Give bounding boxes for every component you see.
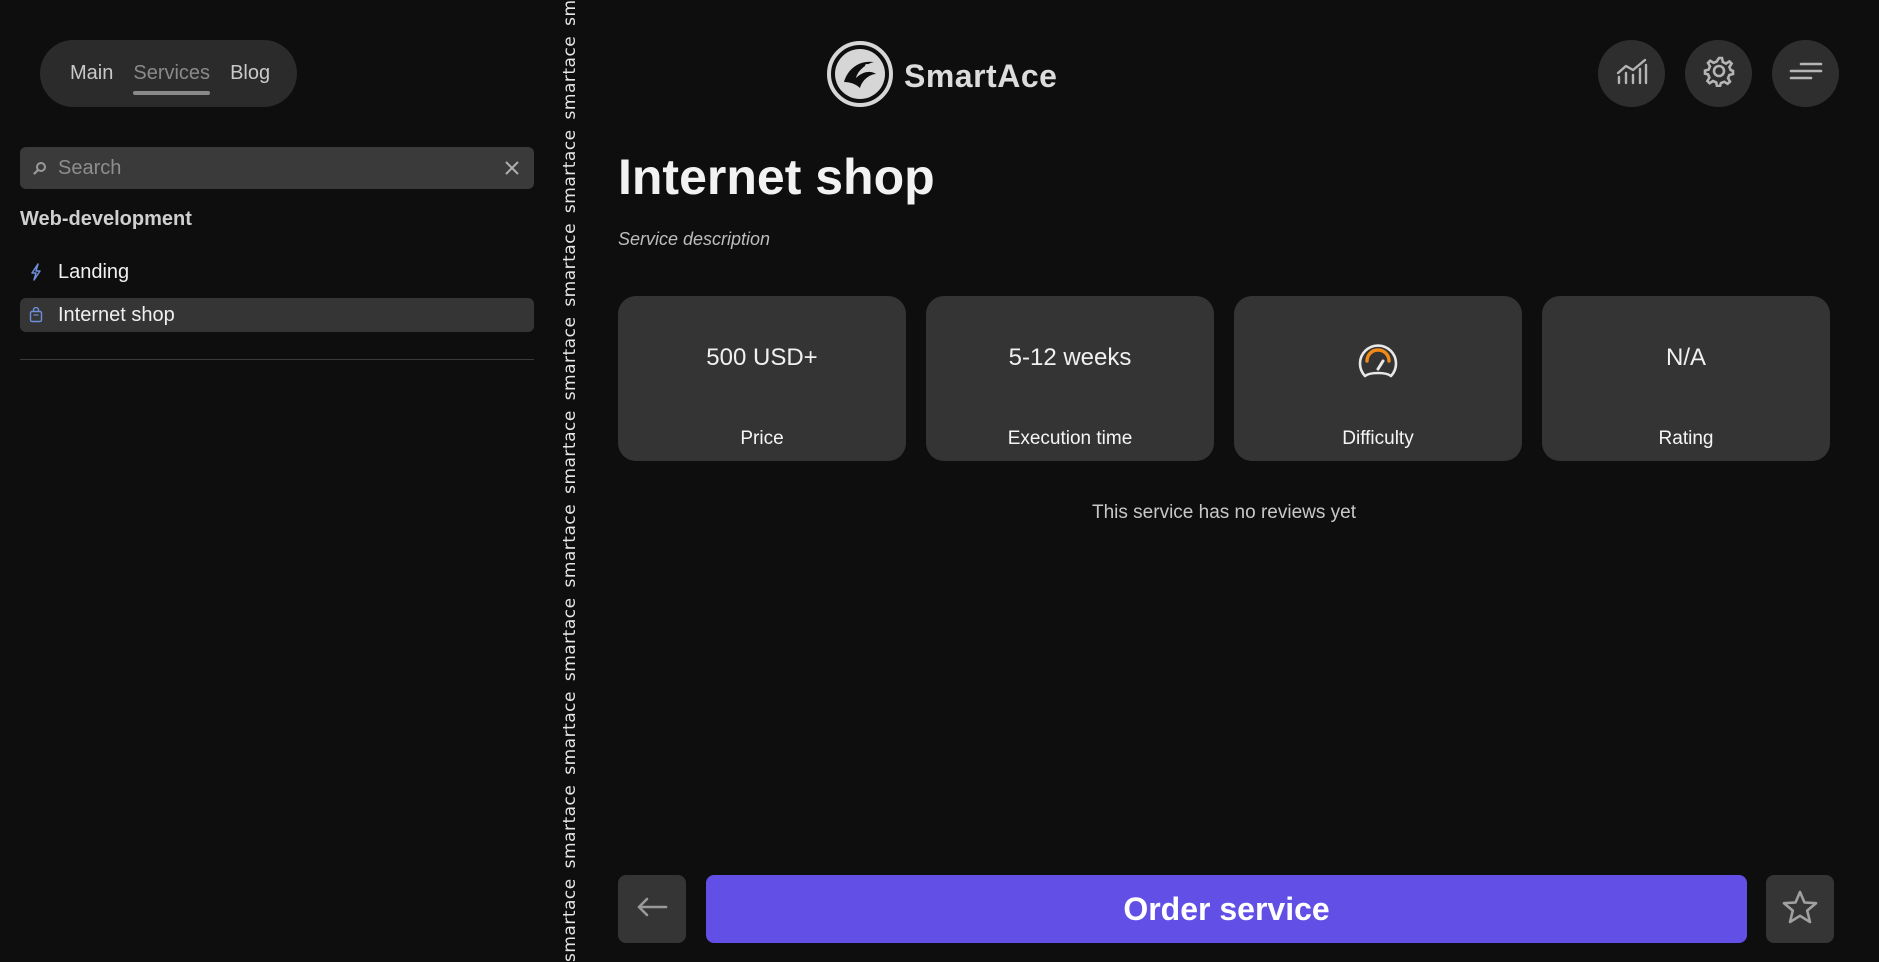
nav-services-link[interactable]: Services [133,62,210,95]
execution-time-card: 5-12 weeks Execution time [926,296,1214,461]
execution-time-label: Execution time [1007,428,1133,449]
order-service-button[interactable]: Order service [706,875,1747,943]
brand-logo[interactable]: SmartAce [826,40,1057,113]
brand-strip: smartace smartace smartace smartace smar… [552,0,588,962]
stats-chart-icon [1616,57,1648,90]
category-heading: Web-development [20,208,192,230]
lightning-icon [28,263,44,281]
difficulty-label: Difficulty [1342,428,1414,449]
page-title: Internet shop [618,149,935,205]
brand-strip-text: smartace smartace smartace smartace smar… [560,0,580,962]
gear-icon [1703,55,1735,92]
sidebar: Main Services Blog Web-development Landi… [0,0,552,962]
menu-button[interactable] [1772,40,1839,107]
arrow-left-icon [636,897,668,922]
reviews-empty-message: This service has no reviews yet [1092,502,1356,523]
price-label: Price [740,428,784,449]
stats-button[interactable] [1598,40,1665,107]
sidebar-divider [20,359,534,360]
menu-icon [1789,61,1823,86]
sidebar-item-landing[interactable]: Landing [20,255,534,289]
favorite-button[interactable] [1766,875,1834,943]
rating-card: N/A Rating [1542,296,1830,461]
sidebar-item-label: Internet shop [58,303,175,326]
sidebar-item-label: Landing [58,260,130,283]
clear-search-icon[interactable] [502,158,522,178]
back-button[interactable] [618,875,686,943]
shopping-bag-icon [28,306,44,324]
search-input[interactable] [48,156,502,180]
price-card: 500 USD+ Price [618,296,906,461]
execution-time-value: 5-12 weeks [1008,344,1132,371]
settings-button[interactable] [1685,40,1752,107]
search-icon [32,160,48,176]
top-nav: Main Services Blog [40,40,297,107]
speedometer-icon [1356,341,1400,381]
nav-blog-link[interactable]: Blog [230,62,270,85]
rating-value: N/A [1665,344,1706,371]
brand-name: SmartAce [904,58,1058,94]
logo-icon [826,40,894,113]
nav-main-link[interactable]: Main [70,62,113,85]
rating-label: Rating [1658,428,1714,449]
star-icon [1782,890,1818,929]
difficulty-card: Difficulty [1234,296,1522,461]
search-box [20,147,534,189]
service-description: Service description [618,229,771,249]
sidebar-item-internet-shop[interactable]: Internet shop [20,298,534,332]
price-value: 500 USD+ [706,344,818,371]
